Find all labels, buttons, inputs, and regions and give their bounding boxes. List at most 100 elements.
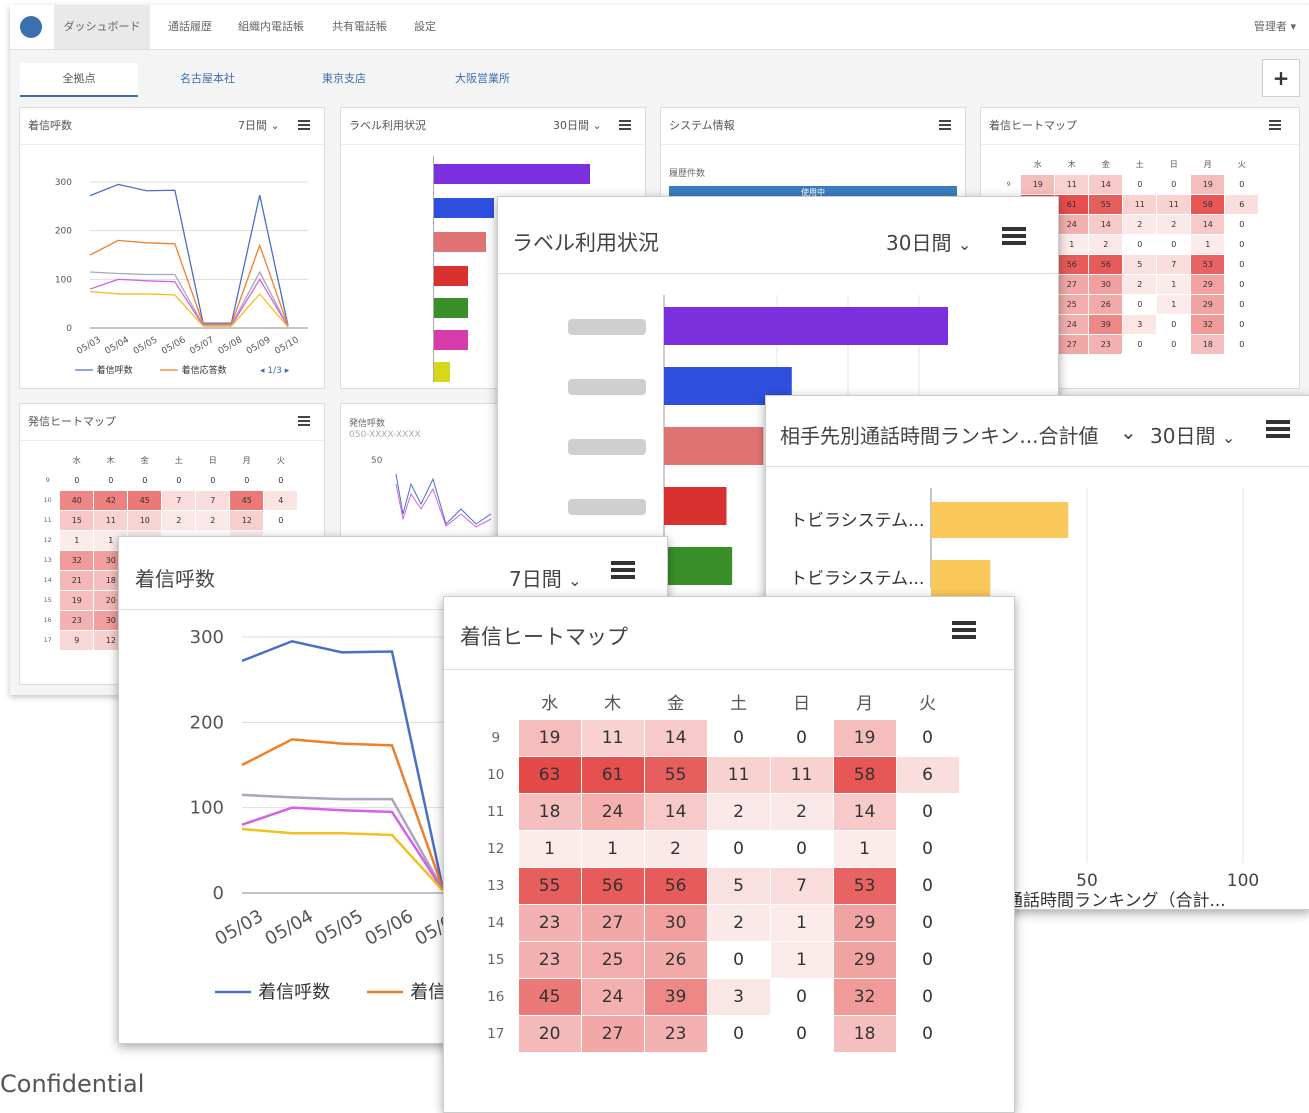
- heatmap-cell: 2: [1156, 213, 1192, 235]
- heatmap-cell: 15: [59, 509, 95, 531]
- nav-settings[interactable]: 設定: [414, 5, 436, 49]
- nav-call-history[interactable]: 通話履歴: [168, 5, 212, 49]
- heatmap-cell: 53: [832, 866, 897, 905]
- period-select[interactable]: 30日間 ⌄: [886, 227, 971, 256]
- x-tick-label: 05/04: [104, 335, 132, 357]
- y-tick-label: 100: [55, 275, 72, 285]
- menu-icon[interactable]: [952, 621, 976, 643]
- heatmap-cell: 19: [832, 718, 897, 757]
- heatmap-hour-label: 13: [43, 556, 52, 564]
- heatmap-cell: 2: [161, 509, 197, 531]
- tab-all[interactable]: 全拠点: [20, 63, 138, 97]
- heatmap-cell: 2: [1122, 273, 1158, 295]
- tab-osaka[interactable]: 大阪営業所: [455, 63, 510, 95]
- heatmap-cell: 0: [769, 718, 834, 757]
- heatmap-cell: 27: [1054, 333, 1090, 355]
- heatmap-cell: 0: [895, 940, 960, 979]
- x-tick-label: 05/06: [362, 906, 417, 950]
- heatmap-cell: 45: [517, 977, 582, 1016]
- heatmap-cell: 0: [895, 866, 960, 905]
- heatmap-cell: 7: [161, 489, 197, 511]
- bg-period-select[interactable]: 30日間 ⌄: [553, 108, 602, 144]
- x-tick-label: 05/10: [273, 335, 301, 357]
- menu-icon[interactable]: [611, 561, 635, 583]
- heatmap-hour-label: 17: [487, 1025, 505, 1042]
- heatmap-cell: 0: [1224, 253, 1260, 275]
- user-menu[interactable]: 管理者 ▾: [1254, 5, 1296, 49]
- heatmap-cell: 11: [769, 755, 834, 794]
- tab-tokyo[interactable]: 東京支店: [322, 63, 366, 95]
- menu-icon[interactable]: [619, 120, 631, 132]
- label-bar: [664, 547, 733, 585]
- menu-icon[interactable]: [1269, 120, 1281, 132]
- heatmap-row: 1523252601290: [474, 940, 960, 979]
- heatmap-cell: 21: [59, 569, 95, 591]
- heatmap-cell: 32: [832, 977, 897, 1016]
- tab-nagoya[interactable]: 名古屋本社: [180, 63, 235, 95]
- heatmap-cell: 0: [895, 718, 960, 757]
- ranking-bar: [931, 560, 991, 596]
- heatmap-day-label: 水: [1033, 160, 1042, 170]
- heatmap-cell: 63: [517, 755, 582, 794]
- nav-dashboard[interactable]: ダッシュボード: [54, 5, 150, 49]
- heatmap-cell: 0: [1122, 293, 1158, 315]
- heatmap-day-label: 月: [1203, 160, 1212, 170]
- legend-label: 着信呼数: [97, 364, 133, 376]
- heatmap-cell: 14: [832, 792, 897, 831]
- heatmap-cell: 45: [127, 489, 163, 511]
- system-info-row-label: 履歴件数: [669, 169, 706, 179]
- heatmap-cell: 1: [769, 903, 834, 942]
- x-tick-label: 05/07: [188, 335, 215, 357]
- heatmap-cell: 11: [1054, 173, 1090, 195]
- period-select[interactable]: 30日間 ⌄: [1150, 420, 1235, 449]
- bg-bar: [434, 198, 494, 218]
- heatmap-cell: 19: [59, 589, 95, 611]
- add-widget-button[interactable]: +: [1262, 59, 1300, 97]
- nav-org-phonebook[interactable]: 組織内電話帳: [238, 5, 304, 49]
- heatmap-cell: 0: [1224, 293, 1260, 315]
- bg-bar: [434, 298, 468, 318]
- heatmap-cell: 14: [643, 718, 708, 757]
- period-select[interactable]: 7日間 ⌄: [509, 563, 582, 592]
- x-tick-label: 100: [1227, 871, 1259, 891]
- heatmap-cell: 0: [161, 469, 197, 491]
- menu-icon[interactable]: [1266, 420, 1290, 442]
- heatmap-hour-label: 11: [43, 516, 52, 524]
- heatmap-row: 90000000: [36, 469, 299, 491]
- blurred-label: [568, 499, 646, 515]
- heatmap-cell: 55: [517, 866, 582, 905]
- card-header: 着信ヒートマップ: [444, 597, 1014, 670]
- heatmap-cell: 0: [263, 509, 299, 531]
- heatmap-cell: 56: [1088, 253, 1124, 275]
- heatmap-row: 106361551111586: [474, 755, 960, 794]
- bg-card-header: 着信呼数 7日間 ⌄: [20, 108, 324, 145]
- heatmap-day-label: 日: [1169, 160, 1178, 170]
- series-line: [89, 239, 289, 327]
- heatmap-cell: 32: [59, 549, 95, 571]
- heatmap-cell: 61: [580, 755, 645, 794]
- menu-icon[interactable]: [939, 120, 951, 132]
- bg-period-select[interactable]: 7日間 ⌄: [238, 108, 280, 144]
- app-logo-icon[interactable]: [20, 16, 42, 38]
- card-title: 相手先別通話時間ランキン...合計値: [780, 424, 1099, 448]
- metric-chevron-down-icon[interactable]: ⌄: [1120, 420, 1137, 444]
- x-tick-label: 05/03: [212, 906, 267, 950]
- menu-icon[interactable]: [298, 120, 310, 132]
- heatmap-day-label: 火: [276, 456, 285, 466]
- heatmap-cell: 2: [643, 829, 708, 868]
- heatmap-cell: 0: [706, 1014, 771, 1053]
- nav-shared-phonebook[interactable]: 共有電話帳: [332, 5, 387, 49]
- heatmap-cell: 0: [895, 977, 960, 1016]
- heatmap-cell: 1: [769, 940, 834, 979]
- x-tick-label: 50: [1076, 871, 1098, 891]
- heatmap-cell: 24: [580, 792, 645, 831]
- heatmap-cell: 1: [1190, 233, 1226, 255]
- bg-line-chart: 300 200 100 005/03 05/04 05/05 05/06 05/07 05/08…: [55, 178, 308, 376]
- menu-icon[interactable]: [298, 416, 310, 428]
- heatmap-day-label: 日: [793, 694, 811, 715]
- menu-icon[interactable]: [1002, 227, 1026, 249]
- heatmap-cell: 11: [706, 755, 771, 794]
- card-title: ラベル利用状況: [512, 231, 659, 255]
- heatmap-row: 1118241422140: [474, 792, 960, 831]
- heatmap-cell: 0: [1122, 333, 1158, 355]
